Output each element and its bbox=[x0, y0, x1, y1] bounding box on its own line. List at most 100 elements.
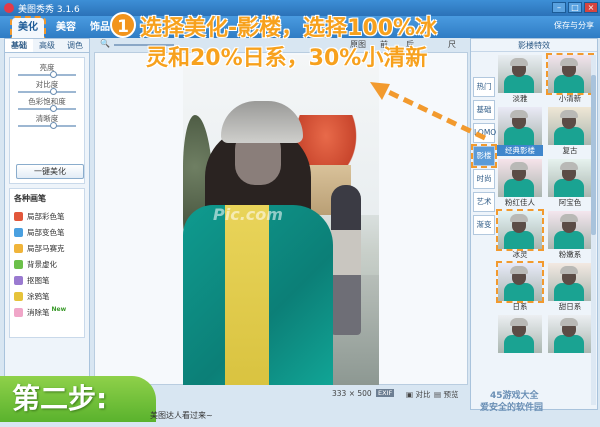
effect-thumb[interactable]: 复古 bbox=[547, 107, 593, 158]
one-click-beautify-button[interactable]: 一键美化 bbox=[16, 164, 84, 179]
effect-thumb-label: 粉嫩系 bbox=[558, 250, 582, 259]
effect-thumb-image bbox=[548, 211, 592, 249]
thumb-figure-part bbox=[504, 179, 534, 197]
category-gradient[interactable]: 渐变 bbox=[473, 215, 495, 235]
effect-thumb-image bbox=[496, 261, 544, 303]
brush-item[interactable]: 涂鸦笔 bbox=[14, 288, 80, 304]
thumb-figure-part bbox=[560, 162, 578, 170]
brightness-slider[interactable] bbox=[18, 74, 76, 76]
category-fashion[interactable]: 时尚 bbox=[473, 169, 495, 189]
tutorial-callout: 1 选择美化-影楼，选择100%冰 灵和20%日系，30%小清新 bbox=[110, 6, 530, 71]
brush-item[interactable]: 抠图笔 bbox=[14, 272, 80, 288]
saturation-label: 色彩饱和度 bbox=[28, 97, 66, 106]
effect-thumb[interactable] bbox=[497, 315, 543, 366]
effect-thumb[interactable]: 经典影楼 bbox=[497, 107, 543, 158]
save-share-button[interactable]: 保存与分享 bbox=[554, 20, 594, 31]
thumb-figure-part bbox=[504, 335, 534, 353]
thumb-figure-part bbox=[554, 335, 584, 353]
preview-label: 预览 bbox=[443, 390, 459, 399]
contrast-slider-knob[interactable] bbox=[50, 88, 57, 95]
effect-thumb[interactable]: 粉嫩系 bbox=[547, 211, 593, 262]
category-studio[interactable]: 影楼 bbox=[471, 144, 497, 168]
effect-thumb-image bbox=[548, 263, 592, 301]
effect-thumb-image bbox=[548, 315, 592, 353]
effect-thumb-label: 小清新 bbox=[558, 94, 582, 103]
compare-label: 对比 bbox=[415, 390, 431, 399]
adjust-row: 清晰度 bbox=[14, 113, 80, 130]
thumb-figure-part bbox=[554, 283, 584, 301]
app-logo-icon bbox=[4, 3, 14, 13]
effect-thumb[interactable]: 日系 bbox=[496, 261, 544, 314]
thumb-figure-part bbox=[504, 231, 534, 249]
thumb-figure-part bbox=[510, 110, 528, 118]
subtab-basic[interactable]: 基础 bbox=[5, 39, 33, 52]
photo-shirt bbox=[225, 205, 269, 385]
thumb-figure-part bbox=[554, 127, 584, 145]
effect-thumbnails: 淡雅 小清新经典影楼 复古 粉红佳人 阿宝色冰灵 粉嫩系日系 甜日系 bbox=[496, 53, 595, 366]
subtab-advanced[interactable]: 高级 bbox=[33, 39, 61, 52]
saturation-slider-knob[interactable] bbox=[50, 105, 57, 112]
blur-brush-icon bbox=[14, 259, 23, 269]
brush-label: 消除笔 bbox=[27, 307, 50, 317]
eraser-brush-icon bbox=[14, 307, 23, 317]
brush-label: 抠图笔 bbox=[27, 275, 50, 285]
effect-thumb-image bbox=[548, 159, 592, 197]
effect-thumb-image bbox=[498, 107, 542, 145]
callout-line-1: 选择美化-影楼，选择100%冰 bbox=[140, 16, 438, 41]
zoom-icon[interactable]: 🔍 bbox=[100, 39, 110, 48]
sharpness-slider-knob[interactable] bbox=[50, 122, 57, 129]
brush-item[interactable]: 背景虚化 bbox=[14, 256, 80, 272]
brush-box: 各种画笔 局部彩色笔 局部变色笔 局部马赛克 背景虚化 抠图笔 涂鸦笔 消除笔 N… bbox=[9, 188, 85, 338]
saturation-slider[interactable] bbox=[18, 108, 76, 110]
step-banner: 第二步: bbox=[0, 376, 156, 422]
brush-label: 局部变色笔 bbox=[27, 227, 65, 237]
effect-thumb-label: 阿宝色 bbox=[558, 198, 582, 207]
exif-button[interactable]: EXIF bbox=[376, 389, 395, 397]
effect-thumb-label bbox=[547, 353, 593, 364]
close-icon[interactable]: × bbox=[584, 2, 598, 13]
brush-item[interactable]: 局部变色笔 bbox=[14, 224, 80, 240]
adjust-row: 对比度 bbox=[14, 79, 80, 96]
site-logo-bottom: 爱安全的软件园 bbox=[480, 403, 544, 413]
brush-label: 背景虚化 bbox=[27, 259, 57, 269]
brush-item[interactable]: 局部马赛克 bbox=[14, 240, 80, 256]
contrast-slider[interactable] bbox=[18, 91, 76, 93]
window-title: 美图秀秀 3.1.6 bbox=[18, 4, 80, 15]
category-art[interactable]: 艺术 bbox=[473, 192, 495, 212]
effect-thumb-label bbox=[497, 353, 543, 364]
effect-thumb[interactable] bbox=[547, 315, 593, 366]
effect-thumb-label: 淡雅 bbox=[512, 94, 528, 103]
effect-thumb[interactable]: 甜日系 bbox=[547, 263, 593, 314]
image-dimensions: 333 × 500 bbox=[332, 389, 372, 398]
effect-thumb[interactable]: 阿宝色 bbox=[547, 159, 593, 210]
scrollbar-thumb[interactable] bbox=[591, 75, 596, 235]
tab-beauty[interactable]: 美容 bbox=[50, 18, 82, 38]
minimize-icon[interactable]: – bbox=[552, 2, 566, 13]
effect-thumb[interactable]: 冰灵 bbox=[496, 209, 544, 262]
cutout-brush-icon bbox=[14, 275, 23, 285]
tab-beautify[interactable]: 美化 bbox=[10, 16, 46, 40]
thumb-figure-part bbox=[510, 214, 528, 222]
doodle-brush-icon bbox=[14, 291, 23, 301]
thumb-figure-part bbox=[504, 283, 534, 301]
effect-thumb-label: 冰灵 bbox=[512, 250, 528, 259]
subtab-color[interactable]: 调色 bbox=[61, 39, 89, 52]
thumb-figure-part bbox=[510, 318, 528, 326]
brush-label: 局部马赛克 bbox=[27, 243, 65, 253]
effect-thumb-image bbox=[498, 315, 542, 353]
compare-button[interactable]: ▣ 对比 bbox=[406, 389, 430, 400]
effect-thumb[interactable]: 小清新 bbox=[546, 53, 594, 106]
effect-thumb-image bbox=[496, 209, 544, 251]
brush-item[interactable]: 局部彩色笔 bbox=[14, 208, 80, 224]
bottom-hint: 美图达人看过来~ bbox=[150, 411, 213, 420]
preview-button[interactable]: ▤ 预览 bbox=[434, 389, 458, 400]
effects-scrollbar[interactable] bbox=[591, 55, 596, 405]
color-brush-icon bbox=[14, 211, 23, 221]
effect-thumb[interactable]: 粉红佳人 bbox=[497, 159, 543, 210]
brush-item[interactable]: 消除笔 New bbox=[14, 304, 80, 320]
thumb-figure-part bbox=[560, 266, 578, 274]
brightness-slider-knob[interactable] bbox=[50, 71, 57, 78]
sharpness-slider[interactable] bbox=[18, 125, 76, 127]
photo-background-person bbox=[331, 185, 361, 335]
maximize-icon[interactable]: □ bbox=[568, 2, 582, 13]
